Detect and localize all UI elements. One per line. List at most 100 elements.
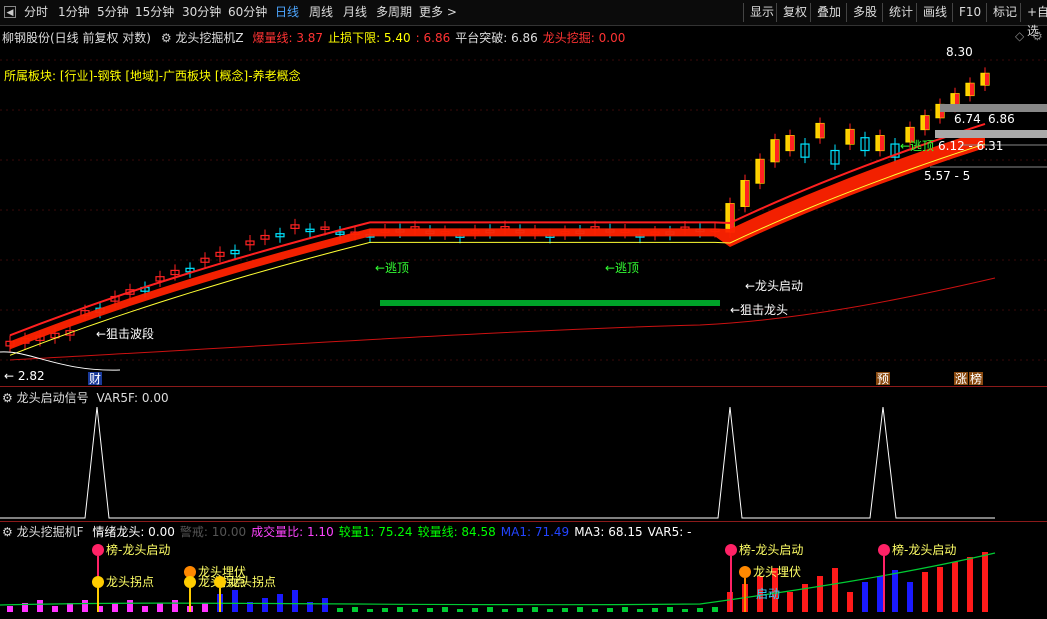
annotation-escape-top: ←逃顶 (375, 261, 409, 275)
candle-half (925, 115, 929, 130)
marker-inflection-dot (92, 576, 104, 588)
volume-bar (352, 607, 358, 612)
marker-bang-start: 榜-龙头启动 (106, 542, 170, 557)
volume-bar (562, 608, 568, 612)
volume-bar (7, 606, 13, 612)
volume-bar (607, 608, 613, 612)
volume-bar (502, 609, 508, 612)
volume-bar (532, 607, 538, 612)
annotation-escape-top: ←逃顶 (605, 261, 639, 275)
volume-bar (667, 607, 673, 612)
volume-bar (412, 609, 418, 612)
price-level-a: 6.74 (954, 112, 981, 126)
badge-cai: 财 (89, 372, 101, 386)
volume-bar (442, 607, 448, 612)
volume-bar (832, 568, 838, 612)
bottom-item-6: MA3: 68.15 (574, 525, 643, 539)
volume-bar (862, 582, 868, 612)
badge-zhang: 涨 (955, 371, 967, 386)
marker-inflection-dot (184, 576, 196, 588)
bottom-item-3: 较量1: 75.24 (338, 525, 413, 539)
volume-bar (367, 609, 373, 612)
signal-var: VAR5F: 0.00 (96, 391, 169, 405)
panel-divider-2[interactable] (0, 521, 1047, 522)
price-high: 8.30 (946, 45, 973, 59)
signal-line (0, 406, 995, 519)
level-bar-b (935, 130, 1047, 138)
volume-bar (517, 608, 523, 612)
price-level-b: 6.86 (988, 112, 1015, 126)
volume-bar (292, 590, 298, 612)
volume-bar (52, 606, 58, 612)
price-low: ← 2.82 (4, 369, 45, 383)
volume-bar (652, 608, 658, 612)
volume-bar (262, 598, 268, 612)
panel-divider-1[interactable] (0, 386, 1047, 387)
volume-bar (82, 600, 88, 612)
volume-bar (892, 570, 898, 612)
marker-inflection: 龙头拐点 (106, 574, 154, 589)
volume-bar (202, 603, 208, 612)
volume-bar (427, 608, 433, 612)
annotation-snipe: ←狙击龙头 (730, 303, 788, 317)
candle-half (745, 180, 749, 207)
candle-half (850, 129, 854, 145)
marker-inflection: 龙头拐点 (228, 574, 276, 589)
marker-inflection-dot (214, 576, 226, 588)
annotation-escape-top: ←逃顶 (900, 139, 934, 153)
volume-bar (142, 606, 148, 612)
volume-bar (907, 582, 913, 612)
volume-bar (877, 576, 883, 612)
candle-half (880, 135, 884, 151)
signal-header: ⚙ 龙头启动信号 VAR5F: 0.00 (2, 389, 169, 406)
volume-bar (547, 609, 553, 612)
collapse-icon[interactable]: ◇ (1015, 29, 1024, 43)
volume-bar (157, 603, 163, 612)
volume-bar (487, 607, 493, 612)
bottom-title[interactable]: 龙头挖掘机F (17, 525, 84, 539)
price-level-c: 6.12 - 6.31 (938, 139, 1003, 153)
volume-bar (622, 607, 628, 612)
candle-half (970, 83, 974, 96)
bottom-item-2: 成交量比: 1.10 (251, 525, 334, 539)
volume-bar (37, 600, 43, 612)
marker-bang-start-dot (725, 544, 737, 556)
bottom-item-4: 较量线: 84.58 (417, 525, 496, 539)
badge-yu: 预 (877, 372, 889, 386)
volume-bar (967, 557, 973, 612)
marker-ambush: 龙头埋伏 (753, 565, 801, 579)
candle-half (790, 135, 794, 151)
volume-bar (592, 609, 598, 612)
candle-half (760, 159, 764, 184)
signal-title[interactable]: 龙头启动信号 (17, 391, 89, 405)
volume-bar (847, 592, 853, 612)
marker-bang-start-dot (878, 544, 890, 556)
marker-ambush-dot (739, 566, 751, 578)
settings-icon[interactable]: ⚙ (1032, 29, 1043, 43)
volume-bar (232, 590, 238, 612)
bottom-item-0: 情绪龙头: 0.00 (92, 525, 175, 539)
level-bar-a (940, 104, 1047, 112)
volume-bar (127, 600, 133, 612)
bottom-item-7: VAR5: - (647, 525, 692, 539)
volume-bar (457, 609, 463, 612)
volume-bar (172, 600, 178, 612)
volume-bar (682, 609, 688, 612)
candle-half (985, 73, 989, 86)
volume-bar (982, 552, 988, 612)
marker-bang-start-dot (92, 544, 104, 556)
gear-icon[interactable]: ⚙ (2, 525, 13, 539)
volume-bar (817, 576, 823, 612)
volume-bar (112, 603, 118, 612)
volume-bar (937, 567, 943, 612)
volume-bar (322, 598, 328, 612)
volume-bar (787, 592, 793, 612)
gear-icon[interactable]: ⚙ (2, 391, 13, 405)
annotation-snipe-left: ←狙击波段 (96, 326, 154, 341)
volume-bar (382, 608, 388, 612)
bottom-header: ⚙ 龙头挖掘机F 情绪龙头: 0.00 警戒: 10.00 成交量比: 1.10 较量… (2, 523, 691, 540)
volume-bar (712, 607, 718, 612)
volume-bar (697, 608, 703, 612)
marker-start-small: 启动 (756, 587, 780, 601)
platform-band (380, 300, 720, 306)
